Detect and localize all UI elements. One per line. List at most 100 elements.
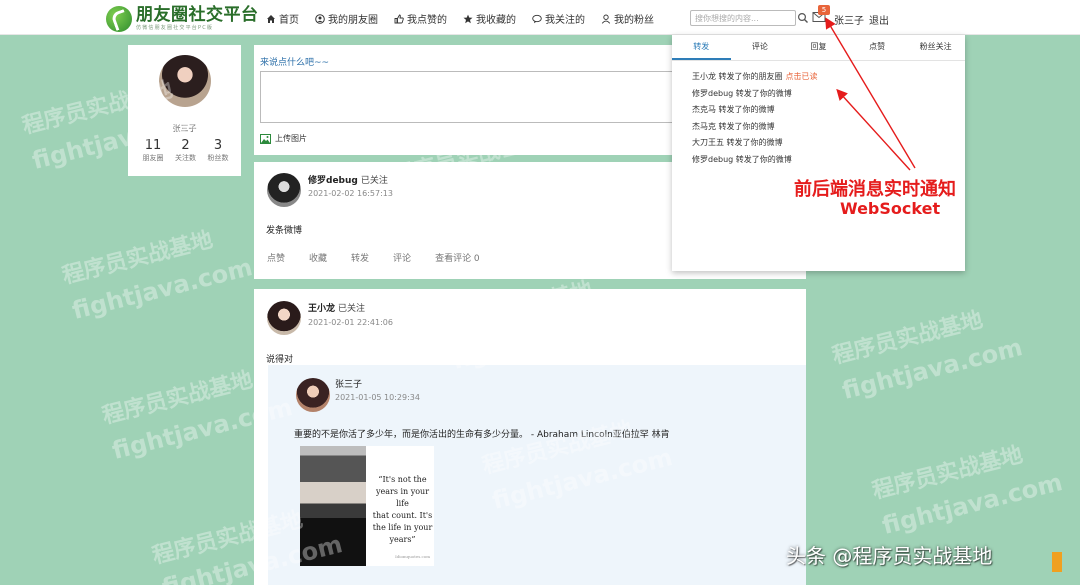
quote-line: “It's not the <box>378 475 427 484</box>
follow-status[interactable]: 已关注 <box>361 176 388 186</box>
search-input[interactable] <box>690 10 796 26</box>
post-actions: 点赞 收藏 转发 评论 查看评论 0 <box>267 251 504 264</box>
header-user-name[interactable]: 张三子 <box>834 12 864 27</box>
nav-item-label: 我的粉丝 <box>614 15 654 26</box>
post-content: 说得对 <box>266 355 294 365</box>
stat-number: 11 <box>144 138 162 153</box>
notification-item[interactable]: 修罗debug 转发了你的微博 <box>692 86 818 103</box>
favorite-button[interactable]: 收藏 <box>309 251 327 264</box>
notification-item[interactable]: 杰马克 转发了你的微博 <box>692 119 818 136</box>
user-circle-icon <box>315 13 325 24</box>
tab-comment[interactable]: 评论 <box>731 35 790 60</box>
annotation-title: 前后端消息实时通知 <box>794 179 956 200</box>
reposted-post[interactable]: 张三子 2021-01-05 10:29:34 重要的不是你活了多少年，而是你活… <box>268 365 806 585</box>
profile-card: 张三子 11 朋友圈 2 关注数 3 粉丝数 <box>128 45 241 176</box>
post-time: 2021-02-02 16:57:13 <box>308 189 393 198</box>
watermark-text: 程序员实战基地 <box>59 227 216 290</box>
view-comments-button[interactable]: 查看评论 0 <box>435 251 480 264</box>
post-author[interactable]: 王小龙 已关注 <box>308 301 365 314</box>
stat-fans[interactable]: 3 粉丝数 <box>203 138 233 163</box>
notification-item[interactable]: 王小龙 转发了你的朋友圈 点击已读 <box>692 69 818 86</box>
logo-mark-icon <box>106 6 132 32</box>
repost-time: 2021-01-05 10:29:34 <box>335 393 420 402</box>
post-author-name: 修罗debug <box>308 176 358 186</box>
star-icon <box>463 14 473 23</box>
notification-dropdown: 转发 评论 回复 点赞 粉丝关注 王小龙 转发了你的朋友圈 点击已读 修罗debu… <box>672 35 965 271</box>
notification-badge[interactable]: 5 <box>818 5 830 15</box>
watermark-text: 程序员实战基地 <box>99 367 256 430</box>
repost-button[interactable]: 转发 <box>351 251 369 264</box>
quote-line: years in your life <box>375 487 430 508</box>
nav-item-label: 我的朋友圈 <box>328 15 378 26</box>
stat-label: 关注数 <box>175 154 196 162</box>
profile-avatar[interactable] <box>159 55 211 107</box>
post-content: 发条微博 <box>266 226 303 236</box>
tab-reply[interactable]: 回复 <box>789 35 848 60</box>
like-button[interactable]: 点赞 <box>267 251 285 264</box>
watermark-text: 程序员实战基地 <box>869 442 1026 505</box>
profile-name: 张三子 <box>172 124 197 133</box>
upload-image-button[interactable]: 上传图片 <box>260 133 307 144</box>
image-quote: “It's not the years in your life that co… <box>366 446 434 566</box>
stat-following[interactable]: 2 关注数 <box>171 138 201 163</box>
stat-number: 3 <box>213 138 223 153</box>
nav-item-my-favorites[interactable]: 我收藏的 <box>463 11 516 26</box>
nav-item-my-likes[interactable]: 我点赞的 <box>394 11 447 26</box>
nav-item-my-fans[interactable]: 我的粉丝 <box>601 11 654 26</box>
stat-label: 粉丝数 <box>207 154 229 162</box>
quote-line: that count. It's <box>372 511 433 520</box>
watermark-text: 程序员实战基地 <box>829 307 986 370</box>
repost-image[interactable]: “It's not the years in your life that co… <box>300 446 434 566</box>
quote-line: the life in your <box>372 523 433 532</box>
follow-status[interactable]: 已关注 <box>338 304 365 314</box>
tab-repost[interactable]: 转发 <box>672 35 731 60</box>
watermark-text: fightjava.com <box>69 253 256 325</box>
nav-item-my-moments[interactable]: 我的朋友圈 <box>315 11 378 26</box>
post-author-name: 王小龙 <box>308 304 336 314</box>
nav-item-label: 首页 <box>279 15 299 26</box>
search-icon[interactable] <box>797 12 809 24</box>
nav-item-my-following[interactable]: 我关注的 <box>532 11 585 26</box>
quote-line: years” <box>389 535 416 544</box>
compose-prompt: 来说点什么吧~~ <box>260 58 330 68</box>
repost-content: 重要的不是你活了多少年，而是你活出的生命有多少分量。 - Abraham Lin… <box>294 430 670 440</box>
nav-item-home[interactable]: 首页 <box>266 11 299 26</box>
repost-author-name[interactable]: 张三子 <box>335 377 362 390</box>
notification-list: 王小龙 转发了你的朋友圈 点击已读 修罗debug 转发了你的微博 杰克马 转发了… <box>692 69 818 168</box>
post-author-avatar[interactable] <box>267 173 301 207</box>
post-time: 2021-02-01 22:41:06 <box>308 318 393 327</box>
brand-subtitle: 仿微信朋友圈社交平台PC版 <box>136 25 214 31</box>
nav-item-label: 我点赞的 <box>407 15 447 26</box>
footer-credit: 头条 @程序员实战基地 <box>786 544 993 568</box>
comment-button[interactable]: 评论 <box>393 251 411 264</box>
logout-link[interactable]: 退出 <box>869 12 889 27</box>
nav-item-label: 我关注的 <box>545 15 585 26</box>
stat-moments[interactable]: 11 朋友圈 <box>138 138 168 163</box>
profile-stats: 11 朋友圈 2 关注数 3 粉丝数 <box>138 138 233 163</box>
repost-author-avatar[interactable] <box>296 378 330 412</box>
watermark-text: fightjava.com <box>879 468 1066 540</box>
thumb-up-icon <box>394 14 404 23</box>
user-icon <box>601 14 611 24</box>
post-author[interactable]: 修罗debug 已关注 <box>308 173 388 186</box>
notification-item[interactable]: 大刀王五 转发了你的微博 <box>692 135 818 152</box>
main-nav: 首页 我的朋友圈 我点赞的 我收藏的 我关注的 我的粉丝 <box>266 11 670 26</box>
mark-read-link[interactable]: 点击已读 <box>786 72 818 81</box>
notification-item[interactable]: 修罗debug 转发了你的微博 <box>692 152 818 169</box>
upload-image-label: 上传图片 <box>275 134 307 143</box>
credit-corner-mark <box>1052 552 1062 572</box>
nav-item-label: 我收藏的 <box>476 15 516 26</box>
brand-logo[interactable]: 朋友圈社交平台 仿微信朋友圈社交平台PC版 <box>106 4 259 34</box>
chat-icon <box>532 14 542 23</box>
notification-text: 王小龙 转发了你的朋友圈 <box>692 72 783 81</box>
watermark-text: fightjava.com <box>839 333 1026 405</box>
notification-item[interactable]: 杰克马 转发了你的微博 <box>692 102 818 119</box>
home-icon <box>267 14 275 23</box>
tab-like[interactable]: 点赞 <box>848 35 907 60</box>
tab-fans-follow[interactable]: 粉丝关注 <box>906 35 965 60</box>
brand-title: 朋友圈社交平台 <box>136 5 259 25</box>
image-credit: Idiomquotes.com <box>395 554 430 559</box>
stat-label: 朋友圈 <box>142 154 164 162</box>
post-author-avatar[interactable] <box>267 301 301 335</box>
portrait-image <box>300 446 366 566</box>
